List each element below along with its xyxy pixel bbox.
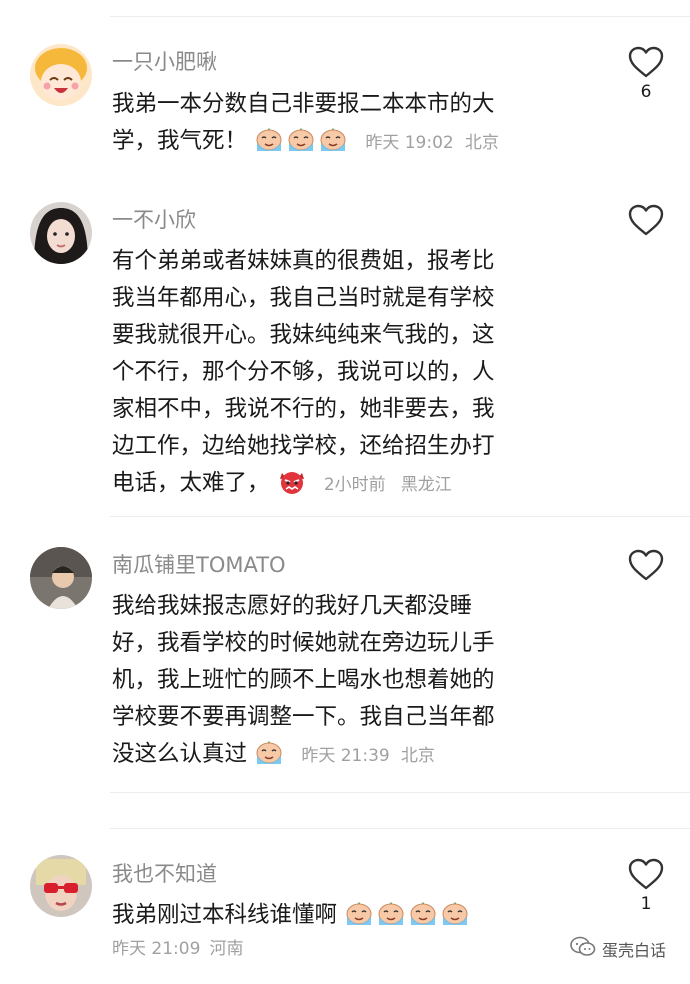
crying-face-emoji bbox=[254, 738, 284, 766]
comment-text: 我给我妹报志愿好的我好几天都没睡 好，我看学校的时候她就在旁边玩儿手 机，我上班… bbox=[112, 588, 582, 775]
like-button[interactable] bbox=[626, 549, 666, 585]
wechat-icon bbox=[570, 936, 596, 962]
comment-line-last: 学，我气死！ 昨天 19:02 北京 bbox=[112, 123, 582, 162]
avatar[interactable] bbox=[30, 855, 92, 917]
crying-face-emoji bbox=[318, 125, 348, 153]
avatar[interactable] bbox=[30, 547, 92, 609]
crying-face-emoji bbox=[254, 128, 350, 154]
username[interactable]: 南瓜铺里TOMATO bbox=[112, 549, 286, 579]
crying-face-emoji bbox=[254, 741, 286, 767]
comment-line: 没这么认真过 bbox=[112, 741, 248, 767]
username[interactable]: 一只小肥啾 bbox=[112, 46, 217, 76]
comment-line: 机，我上班忙的顾不上喝水也想着她的 bbox=[112, 667, 495, 693]
comment-line: 个不行，那个分不够，我说可以的，人 bbox=[112, 359, 495, 385]
comment-text: 有个弟弟或者妹妹真的很费姐，报考比 我当年都用心，我自己当时就是有学校 要我就很… bbox=[112, 243, 582, 504]
timestamp: 昨天 21:09 bbox=[112, 939, 201, 959]
comment-line: 家相不中，我说不行的，她非要去，我 bbox=[112, 396, 495, 422]
like-button[interactable]: 1 bbox=[626, 858, 666, 914]
location: 北京 bbox=[400, 746, 435, 766]
comment-line: 要我就很开心。我妹纯纯来气我的，这 bbox=[112, 322, 495, 348]
timestamp: 昨天 21:39 bbox=[301, 746, 390, 766]
comment-meta: 昨天 21:09 河南 bbox=[112, 934, 244, 959]
like-count: 1 bbox=[640, 894, 652, 914]
heart-icon bbox=[626, 549, 666, 581]
angry-devil-emoji bbox=[277, 467, 307, 495]
avatar[interactable] bbox=[30, 202, 92, 264]
comment-line: 我弟刚过本科线谁懂啊 bbox=[112, 902, 338, 928]
location: 黑龙江 bbox=[400, 475, 452, 495]
username[interactable]: 一不小欣 bbox=[112, 204, 196, 234]
comment-line: 电话，太难了， bbox=[112, 470, 270, 496]
comment-line: 我当年都用心，我自己当时就是有学校 bbox=[112, 285, 495, 311]
comment-line: 我给我妹报志愿好的我好几天都没睡 bbox=[112, 593, 473, 619]
crying-face-emoji bbox=[344, 902, 472, 928]
crying-face-emoji bbox=[286, 125, 316, 153]
heart-icon bbox=[626, 46, 666, 78]
divider bbox=[110, 792, 690, 793]
comment-line: 学校要不要再调整一下。我自己当年都 bbox=[112, 704, 495, 730]
crying-face-emoji bbox=[344, 899, 374, 927]
avatar[interactable] bbox=[30, 44, 92, 106]
comment-line: 学，我气死！ bbox=[112, 128, 248, 154]
divider bbox=[110, 516, 690, 517]
comment-line-last: 电话，太难了， 2小时前 黑龙江 bbox=[112, 465, 582, 504]
comment-line-last: 没这么认真过 昨天 21:39 北京 bbox=[112, 736, 582, 775]
comment-text: 我弟刚过本科线谁懂啊 bbox=[112, 897, 582, 934]
divider bbox=[110, 828, 690, 829]
crying-face-emoji bbox=[376, 899, 406, 927]
watermark-text: 蛋壳白话 bbox=[601, 941, 666, 960]
comment-line-last: 我弟刚过本科线谁懂啊 bbox=[112, 897, 582, 934]
angry-devil-emoji bbox=[277, 470, 309, 496]
comment-line: 有个弟弟或者妹妹真的很费姐，报考比 bbox=[112, 248, 495, 274]
comment-line: 好，我看学校的时候她就在旁边玩儿手 bbox=[112, 630, 495, 656]
comment-line: 边工作，边给她找学校，还给招生办打 bbox=[112, 433, 495, 459]
crying-face-emoji bbox=[440, 899, 470, 927]
watermark: 蛋壳白话 bbox=[570, 936, 666, 962]
timestamp: 昨天 19:02 bbox=[365, 133, 454, 153]
divider bbox=[110, 16, 690, 17]
heart-icon bbox=[626, 858, 666, 890]
crying-face-emoji bbox=[408, 899, 438, 927]
like-count: 6 bbox=[640, 82, 652, 102]
like-button[interactable]: 6 bbox=[626, 46, 666, 102]
timestamp: 2小时前 bbox=[323, 475, 386, 495]
heart-icon bbox=[626, 204, 666, 236]
location: 河南 bbox=[209, 939, 244, 959]
like-button[interactable] bbox=[626, 204, 666, 240]
comment-line: 我弟一本分数自己非要报二本本市的大 bbox=[112, 91, 495, 117]
comment-text: 我弟一本分数自己非要报二本本市的大 学，我气死！ 昨天 19:02 北京 bbox=[112, 86, 582, 162]
crying-face-emoji bbox=[254, 125, 284, 153]
location: 北京 bbox=[464, 133, 499, 153]
username[interactable]: 我也不知道 bbox=[112, 858, 217, 888]
